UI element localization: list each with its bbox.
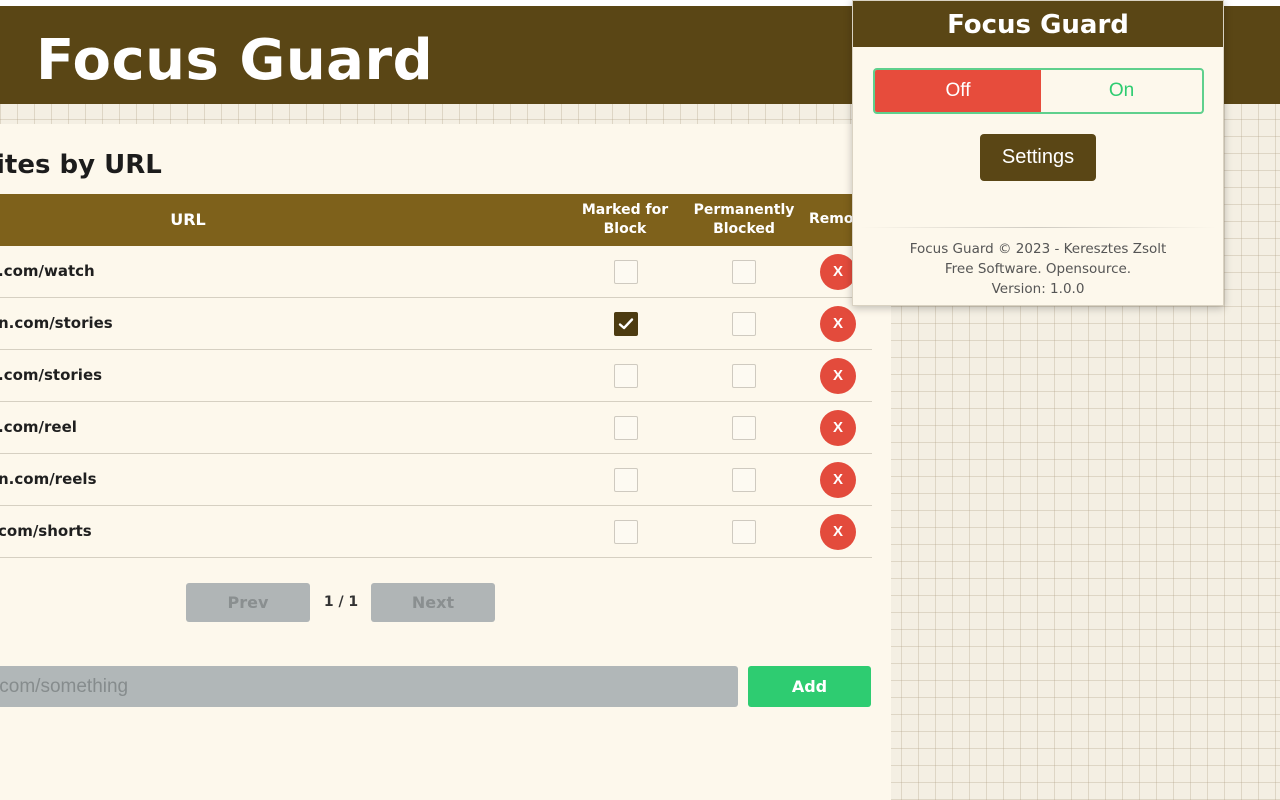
- column-header-marked-line2: Block: [603, 221, 647, 237]
- extension-popup: Focus Guard Off On Settings Focus Guard …: [852, 0, 1224, 306]
- remove-button[interactable]: X: [820, 306, 856, 342]
- settings-button[interactable]: Settings: [980, 134, 1096, 181]
- footer-copyright: Focus Guard © 2023 - Keresztes Zsolt: [909, 241, 1167, 257]
- page-indicator: 1 / 1: [323, 594, 359, 610]
- popup-divider: [859, 227, 1217, 228]
- prev-page-button[interactable]: Prev: [186, 583, 310, 622]
- row-url: .com/stories: [0, 366, 103, 384]
- permanently-blocked-checkbox[interactable]: [732, 520, 756, 544]
- marked-for-block-checkbox[interactable]: [614, 416, 638, 440]
- permanently-blocked-checkbox[interactable]: [732, 416, 756, 440]
- permanently-blocked-checkbox[interactable]: [732, 260, 756, 284]
- row-url: .com/watch: [0, 262, 95, 280]
- table-row: .com/stories X: [0, 350, 872, 402]
- column-header-permanent-line2: Blocked: [713, 221, 775, 237]
- table-header: URL Marked for Block Permanently Blocked…: [0, 194, 872, 246]
- table-row: n.com/stories X: [0, 298, 872, 350]
- marked-for-block-checkbox[interactable]: [614, 364, 638, 388]
- remove-button[interactable]: X: [820, 358, 856, 394]
- column-header-permanent-line1: Permanently: [693, 202, 795, 218]
- marked-for-block-checkbox[interactable]: [614, 520, 638, 544]
- next-page-button[interactable]: Next: [371, 583, 495, 622]
- table-row: com/shorts X: [0, 506, 872, 558]
- toggle-off-option[interactable]: Off: [875, 70, 1041, 112]
- marked-for-block-checkbox[interactable]: [614, 312, 638, 336]
- row-url: .com/reel: [0, 418, 77, 436]
- toggle-on-option[interactable]: On: [1041, 70, 1202, 112]
- permanently-blocked-checkbox[interactable]: [732, 364, 756, 388]
- add-button[interactable]: Add: [748, 666, 871, 707]
- marked-for-block-checkbox[interactable]: [614, 468, 638, 492]
- blocked-sites-panel: ites by URL URL Marked for Block Permane…: [0, 124, 891, 800]
- popup-title: Focus Guard: [853, 1, 1223, 47]
- checkmark-icon: [618, 318, 634, 330]
- remove-button[interactable]: X: [820, 254, 856, 290]
- remove-button[interactable]: X: [820, 462, 856, 498]
- table-row: n.com/reels X: [0, 454, 872, 506]
- marked-for-block-checkbox[interactable]: [614, 260, 638, 284]
- row-url: n.com/reels: [0, 470, 97, 488]
- table-row: .com/reel X: [0, 402, 872, 454]
- permanently-blocked-checkbox[interactable]: [732, 312, 756, 336]
- on-off-toggle[interactable]: Off On: [873, 68, 1204, 114]
- table-row: .com/watch X: [0, 246, 872, 298]
- app-title: Focus Guard: [36, 28, 434, 93]
- remove-button[interactable]: X: [820, 514, 856, 550]
- popup-footer: Focus Guard © 2023 - Keresztes Zsolt Fre…: [853, 239, 1223, 299]
- permanently-blocked-checkbox[interactable]: [732, 468, 756, 492]
- remove-button[interactable]: X: [820, 410, 856, 446]
- column-header-permanent: Permanently Blocked: [688, 201, 800, 239]
- section-title: ites by URL: [0, 150, 162, 180]
- footer-license: Free Software. Opensource.: [944, 261, 1132, 277]
- row-url: com/shorts: [0, 522, 92, 540]
- row-url: n.com/stories: [0, 314, 113, 332]
- column-header-marked: Marked for Block: [576, 201, 674, 239]
- footer-version: Version: 1.0.0: [991, 281, 1085, 297]
- column-header-url: URL: [170, 210, 206, 229]
- column-header-marked-line1: Marked for: [581, 202, 669, 218]
- url-input[interactable]: [0, 666, 738, 707]
